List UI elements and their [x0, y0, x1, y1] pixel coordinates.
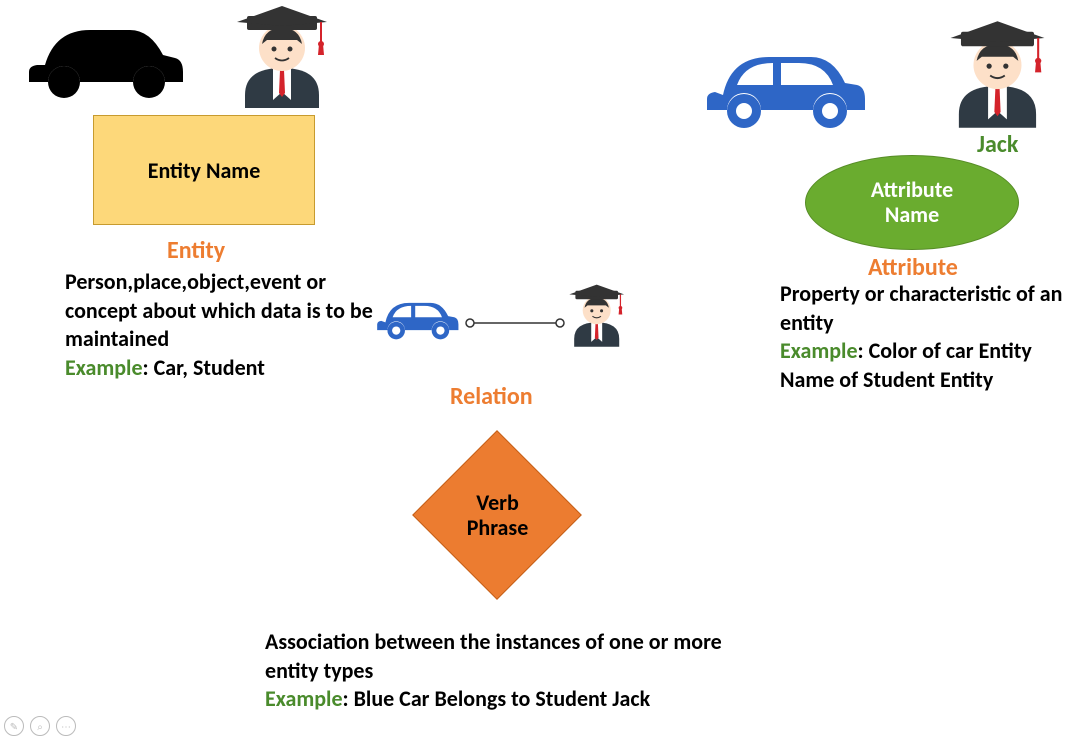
- relation-description: Association between the instances of one…: [265, 628, 775, 714]
- small-student-icon: [562, 281, 632, 351]
- student-icon: [225, 0, 340, 115]
- zoom-icon[interactable]: ⌕: [30, 716, 50, 736]
- entity-shape-label: Entity Name: [148, 157, 261, 184]
- small-car-icon: [371, 291, 461, 346]
- tool-btn-1[interactable]: ✎: [4, 716, 24, 736]
- relation-shape: VerbPhrase: [395, 430, 600, 600]
- attribute-description: Property or characteristic of an entity …: [780, 280, 1080, 394]
- entity-title: Entity: [167, 236, 225, 265]
- relation-title: Relation: [450, 382, 533, 411]
- connector-line: [465, 318, 565, 328]
- relation-shape-label: VerbPhrase: [467, 490, 529, 541]
- attribute-shape-label: AttributeName: [871, 178, 953, 226]
- entity-shape: Entity Name: [93, 115, 315, 225]
- attribute-title: Attribute: [868, 253, 958, 282]
- blue-car-icon: [695, 35, 870, 140]
- entity-description: Person,place,object,event or concept abo…: [65, 268, 375, 382]
- more-icon[interactable]: ⋯: [56, 716, 76, 736]
- bottom-toolbar: ✎ ⌕ ⋯: [4, 716, 76, 736]
- attribute-shape: AttributeName: [805, 155, 1019, 250]
- student-icon-right: [938, 15, 1058, 135]
- jack-label: Jack: [977, 130, 1018, 159]
- car-icon: [15, 10, 190, 110]
